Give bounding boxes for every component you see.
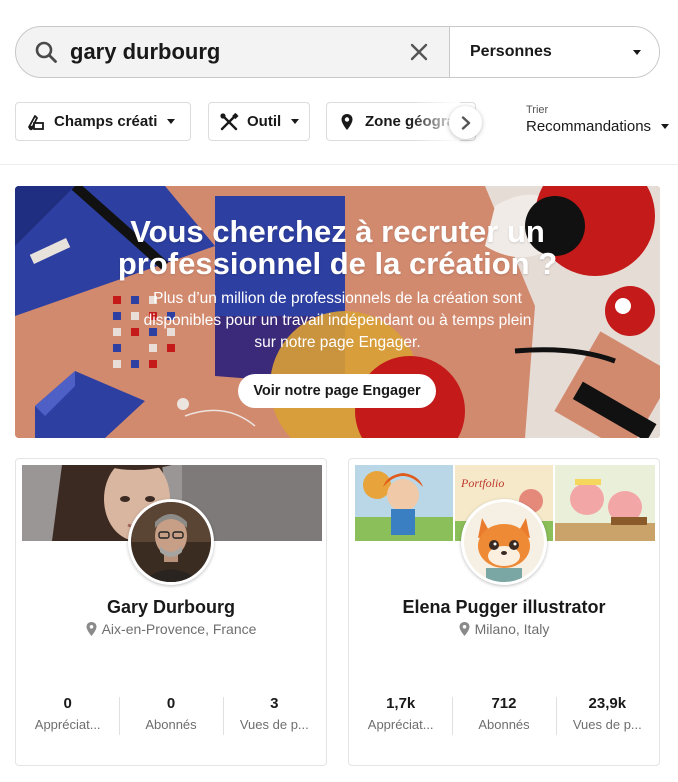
fox-avatar [464, 502, 544, 582]
hire-banner: Vous cherchez à recruter un professionne… [15, 186, 660, 438]
location-pin-icon [459, 622, 470, 636]
search-type-dropdown[interactable]: Personnes [449, 27, 659, 77]
stat-followers: 0 Abonnés [119, 695, 222, 735]
profile-card[interactable]: Gary Durbourg Aix-en-Provence, France 0 … [15, 458, 327, 766]
location-pin-icon [341, 113, 353, 130]
stat-value: 1,7k [386, 695, 416, 712]
location-text: Milano, Italy [474, 621, 550, 637]
banner-text: Plus d’un million de professionnels de l… [143, 290, 532, 351]
stat-label: Vues de p... [572, 717, 642, 732]
chevron-right-icon [461, 115, 470, 130]
search-field-wrapper[interactable] [16, 27, 449, 77]
stat-value: 0 [63, 695, 72, 712]
user-portrait [131, 502, 211, 582]
stat-appreciations: 1,7k Appréciat... [349, 695, 452, 732]
stat-value: 712 [491, 695, 517, 712]
filter-creative-fields[interactable]: Champs créati [15, 102, 191, 141]
clear-search-button[interactable] [399, 32, 439, 72]
sort-value: Recommandations [526, 118, 652, 135]
banner-title: Vous cherchez à recruter un professionne… [117, 214, 558, 281]
stat-label: Appréciat... [367, 717, 434, 732]
profile-card[interactable]: Portfolio Elena Pugger illustrator Milan… [348, 458, 660, 766]
stat-value: 3 [270, 695, 279, 712]
search-icon [35, 41, 57, 63]
filter-label: Champs créati [54, 113, 158, 130]
stat-appreciations: 0 Appréciat... [16, 695, 119, 732]
stat-followers: 712 Abonnés [452, 695, 555, 735]
stat-label: Vues de p... [239, 717, 309, 732]
profile-name[interactable]: Elena Pugger illustrator [349, 597, 659, 618]
stat-label: Abonnés [145, 717, 197, 732]
sort-value-row: Recommandations [526, 118, 670, 135]
chevron-down-icon [167, 119, 176, 124]
filters-scroll-right-button[interactable] [449, 106, 482, 139]
avatar[interactable] [461, 499, 547, 585]
tools-icon [220, 112, 239, 130]
filter-label: Outils [247, 113, 281, 130]
profile-stats: 1,7k Appréciat... 712 Abonnés 23,9k Vues… [349, 695, 659, 735]
search-input[interactable] [70, 39, 399, 65]
close-icon [410, 43, 428, 61]
stat-label: Abonnés [478, 717, 530, 732]
avatar[interactable] [128, 499, 214, 585]
sort-label: Trier [526, 104, 549, 116]
divider [0, 164, 678, 165]
chevron-down-icon [633, 49, 641, 55]
stat-project-views: 3 Vues de p... [222, 695, 326, 735]
stat-label: Appréciat... [34, 717, 101, 732]
stat-value: 0 [166, 695, 176, 712]
profile-name[interactable]: Gary Durbourg [16, 597, 326, 618]
stat-project-views: 23,9k Vues de p... [555, 695, 659, 735]
profile-location: Aix-en-Provence, France [16, 621, 326, 637]
filter-tools[interactable]: Outils [208, 102, 310, 141]
search-type-label: Personnes [470, 43, 552, 60]
cover-text-portfolio: Portfolio [460, 476, 504, 490]
profile-stats: 0 Appréciat... 0 Abonnés 3 Vues de p... [16, 695, 326, 735]
profile-location: Milano, Italy [349, 621, 659, 637]
engager-page-button[interactable]: Voir notre page Engager [238, 374, 436, 408]
location-pin-icon [86, 622, 97, 636]
sort-dropdown[interactable]: Trier Recommandations [526, 104, 670, 135]
stat-value: 23,9k [588, 695, 627, 712]
chevron-down-icon [661, 124, 670, 129]
location-text: Aix-en-Provence, France [101, 621, 257, 637]
search-bar: Personnes [15, 26, 660, 78]
chevron-down-icon [291, 119, 299, 124]
creative-fields-icon [28, 114, 44, 130]
